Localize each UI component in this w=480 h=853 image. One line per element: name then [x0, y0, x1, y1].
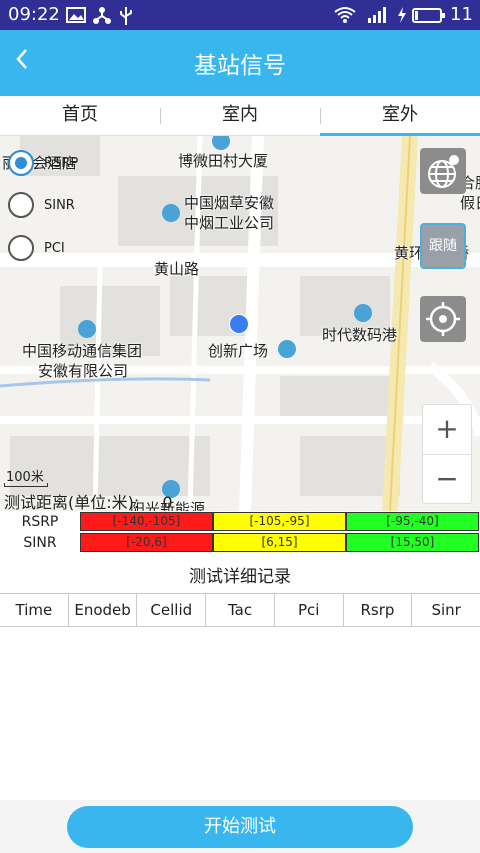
- tab-indoor[interactable]: 室内: [160, 96, 320, 136]
- share-icon: [93, 7, 111, 24]
- map-label-chinamobile-2: 安徽有限公司: [38, 362, 129, 380]
- tab-home[interactable]: 首页: [0, 96, 160, 136]
- legend-cell-mid: [-105,-95]: [213, 512, 346, 531]
- current-location-dot: [229, 314, 249, 334]
- test-distance-label: 测试距离(单位:米):: [4, 493, 140, 512]
- column-header-time: Time: [0, 594, 69, 626]
- radio-option-sinr[interactable]: SINR: [8, 192, 75, 218]
- tab-outdoor[interactable]: 室外: [320, 96, 480, 136]
- page-title: 基站信号: [194, 53, 286, 79]
- battery-level: 11: [450, 4, 473, 25]
- map-label-bowei: 博微田村大厦: [178, 152, 269, 170]
- follow-button[interactable]: 跟随: [420, 223, 466, 269]
- signal-4g-icon: [368, 7, 386, 23]
- zoom-control: + −: [422, 404, 472, 504]
- zoom-out-button[interactable]: −: [423, 455, 471, 505]
- status-bar: 09:22 11: [0, 0, 480, 30]
- test-distance: 测试距离(单位:米): 0: [4, 489, 173, 513]
- radio-button[interactable]: [8, 235, 34, 261]
- status-time: 09:22: [8, 4, 60, 25]
- records-table-header: Time Enodeb Cellid Tac Pci Rsrp Sinr: [0, 593, 480, 627]
- usb-icon: [120, 7, 132, 25]
- globe-icon: [428, 155, 459, 188]
- legend-cell-good: [-95,-40]: [346, 512, 479, 531]
- legend-name: SINR: [23, 535, 57, 551]
- map-label-tobacco-2: 中烟工业公司: [184, 214, 275, 232]
- radio-option-pci[interactable]: PCI: [8, 235, 65, 261]
- legend-row-sinr: SINR [-20,6] [6,15] [15,50]: [0, 533, 480, 553]
- column-header-sinr: Sinr: [431, 601, 461, 619]
- column-header-enodeb: Enodeb: [69, 594, 138, 626]
- poi-marker: [354, 304, 372, 322]
- poi-marker: [78, 320, 96, 338]
- locate-target-icon: [426, 302, 460, 336]
- tab-bar: 首页 室内 室外: [0, 96, 480, 136]
- column-header-cellid: Cellid: [137, 594, 207, 626]
- map-label-innovation-plaza: 创新广场: [208, 342, 269, 360]
- legend-cell-bad: [-140,-105]: [80, 512, 213, 531]
- map-view[interactable]: 博微田村大厦 丽晶会酒店 中国烟草安徽 中烟工业公司 黄山路 黄环立交桥 合肥 …: [0, 136, 480, 511]
- map-label-huangshan-road: 黄山路: [154, 260, 200, 278]
- map-label-hefei-2: 假日: [460, 194, 480, 212]
- column-header-tac: Tac: [206, 594, 275, 626]
- column-header-rsrp: Rsrp: [344, 594, 413, 626]
- legend-row-rsrp: RSRP [-140,-105] [-105,-95] [-95,-40]: [0, 512, 480, 532]
- start-test-button[interactable]: 开始测试: [67, 806, 413, 848]
- legend-cell-bad: [-20,6]: [80, 533, 213, 552]
- wifi-icon: [334, 7, 356, 23]
- battery-icon: [412, 8, 445, 23]
- legend-cell-mid: [6,15]: [213, 533, 346, 552]
- map-label-chinamobile-1: 中国移动通信集团: [22, 342, 143, 360]
- map-label-tobacco-1: 中国烟草安徽: [184, 194, 275, 212]
- app-header: 基站信号: [0, 30, 480, 96]
- charging-bolt-icon: [398, 7, 406, 23]
- legend-cell-good: [15,50]: [346, 533, 479, 552]
- radio-button[interactable]: [8, 192, 34, 218]
- map-scale-bar: [4, 483, 48, 487]
- column-header-pci: Pci: [275, 594, 344, 626]
- test-distance-value: 0: [162, 493, 173, 512]
- legend-name: RSRP: [21, 514, 59, 530]
- image-notification-icon: [66, 7, 86, 23]
- map-layer-button[interactable]: [420, 148, 466, 194]
- locate-button[interactable]: [420, 296, 466, 342]
- records-title: 测试详细记录: [189, 567, 291, 587]
- poi-marker: [162, 204, 180, 222]
- map-label-shidai: 时代数码港: [322, 326, 398, 344]
- radio-option-rsrp[interactable]: RSRP: [8, 150, 78, 176]
- poi-marker: [278, 340, 296, 358]
- zoom-in-button[interactable]: +: [423, 405, 471, 455]
- radio-button[interactable]: [8, 150, 34, 176]
